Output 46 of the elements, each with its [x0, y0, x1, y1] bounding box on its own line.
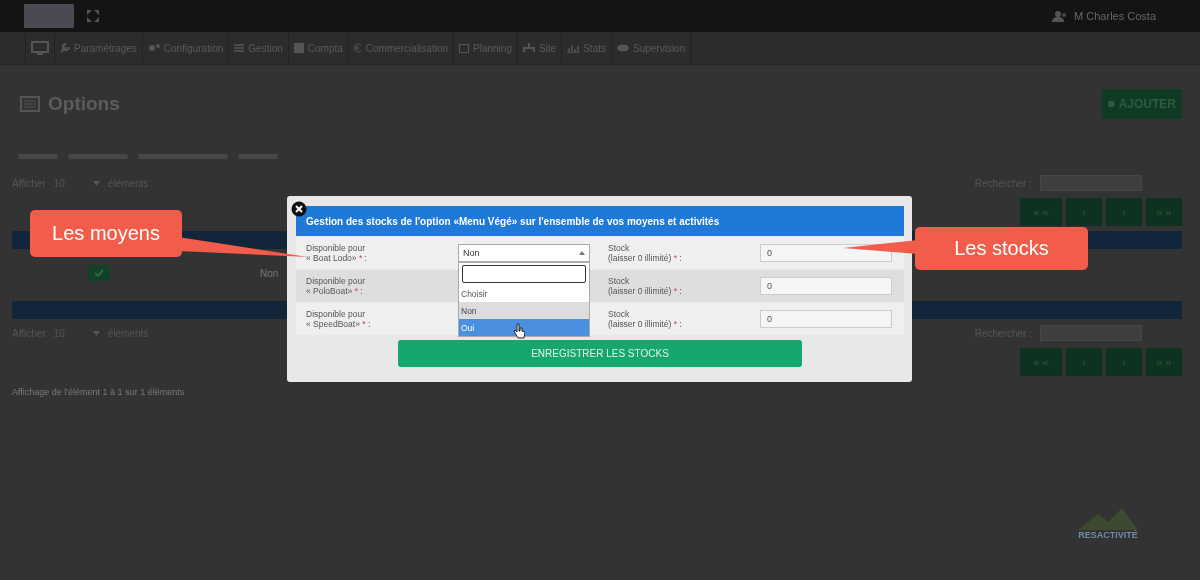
field-label: Disponible pour « PoloBoat» * : — [306, 276, 367, 296]
close-icon[interactable] — [291, 201, 307, 217]
save-button[interactable]: ENREGISTRER LES STOCKS — [398, 340, 802, 367]
sitemap-icon — [522, 43, 535, 53]
check-icon — [94, 269, 104, 277]
pagination-button[interactable]: « « — [1020, 348, 1062, 376]
stock-input[interactable]: 0 — [760, 310, 892, 328]
table-cell: Non — [260, 267, 279, 279]
dropdown-search-field[interactable] — [462, 265, 586, 283]
logo-block — [24, 4, 74, 28]
user-name: M Charles Costa — [1074, 10, 1156, 22]
pagination-button[interactable]: » » — [1146, 198, 1182, 226]
callout-label: Les moyens — [30, 210, 182, 257]
modal-title: Gestion des stocks de l'option «Menu Végé» sur l'ensemble de vos moyens et activités — [296, 206, 904, 236]
caret-icon — [92, 180, 100, 186]
field-label: Disponible pour « Boat Lodo» * : — [306, 243, 368, 263]
list-icon — [20, 96, 40, 112]
field-label: Disponible pour « SpeedBoat» * : — [306, 309, 372, 329]
stock-input[interactable]: 0 — [760, 244, 892, 262]
pagination-button[interactable]: › — [1106, 348, 1142, 376]
euro-icon — [353, 43, 362, 53]
check-button[interactable] — [88, 265, 110, 281]
callout-label: Les stocks — [915, 227, 1088, 270]
caret-icon — [92, 330, 100, 336]
pagination-button[interactable]: ‹ — [1066, 348, 1102, 376]
logo-text: RESACTIVITÉ — [1078, 530, 1138, 540]
pagination-button[interactable]: « « — [1020, 198, 1062, 226]
chart-icon — [567, 43, 580, 53]
monitor-icon — [31, 41, 49, 55]
caret-icon — [579, 251, 585, 255]
stock-input[interactable]: 0 — [760, 277, 892, 295]
user-menu[interactable]: M Charles Costa — [1052, 10, 1156, 22]
dropdown-option[interactable]: Non — [459, 302, 589, 319]
users-icon — [1052, 10, 1069, 22]
pagination-button[interactable]: › — [1106, 198, 1142, 226]
pagination-button[interactable]: ‹ — [1066, 198, 1102, 226]
stock-label: Stock (laisser 0 illimité) * : — [608, 309, 683, 329]
list-icon — [234, 43, 245, 53]
pagination-button[interactable]: » » — [1146, 348, 1182, 376]
wrench-icon — [60, 43, 70, 53]
stock-label: Stock (laisser 0 illimité) * : — [608, 276, 683, 296]
availability-select[interactable]: Non — [458, 244, 590, 262]
stock-label: Stock (laisser 0 illimité) * : — [608, 243, 683, 263]
expand-icon[interactable] — [86, 9, 100, 23]
calendar-icon — [459, 43, 470, 53]
dropdown-option[interactable]: Oui — [459, 319, 589, 336]
